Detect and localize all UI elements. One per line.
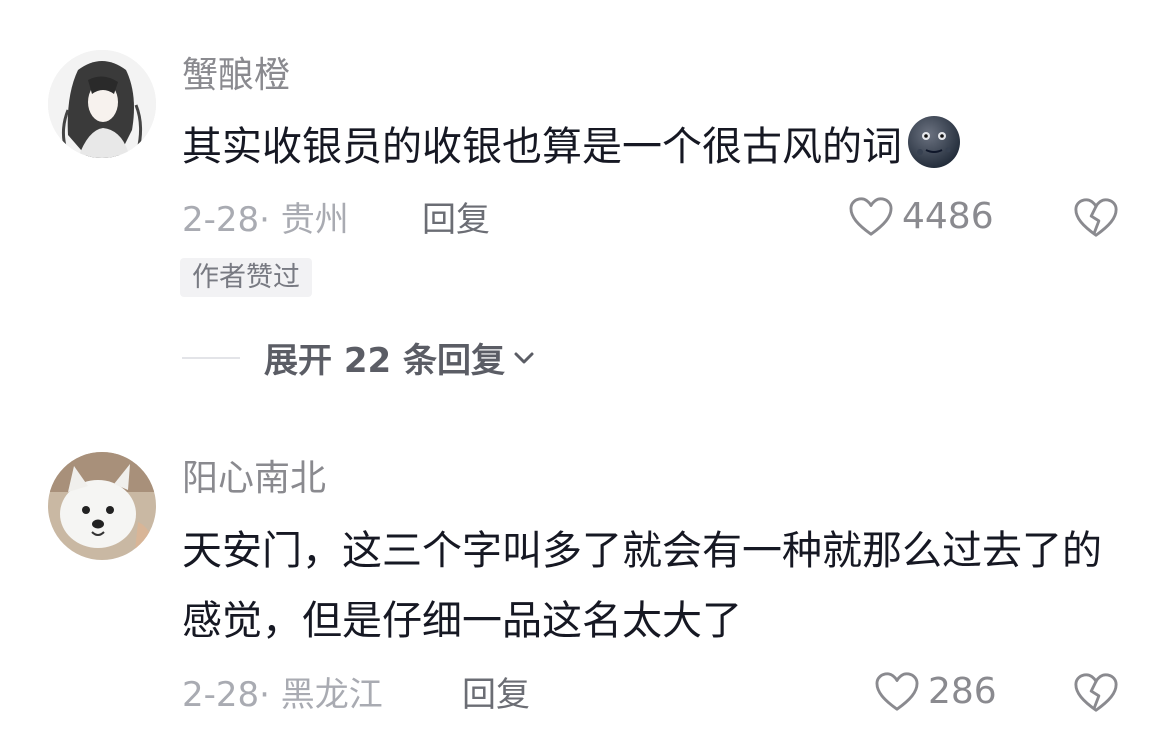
comment-location: · 黑龙江 <box>259 675 383 715</box>
expand-replies-button[interactable]: 展开 22 条回复 <box>182 333 537 382</box>
broken-heart-icon[interactable] <box>1073 671 1119 715</box>
comment-text: 其实收银员的收银也算是一个很古风的词 <box>182 112 1132 182</box>
comment-meta: 2-28· 贵州 <box>182 203 349 237</box>
comment-text: 天安门，这三个字叫多了就会有一种就那么过去了的感觉，但是仔细一品这名太大了 <box>182 528 1102 644</box>
author-liked-badge: 作者赞过 <box>180 258 312 297</box>
comment-meta: 2-28· 黑龙江 <box>182 678 383 712</box>
like-button[interactable]: 286 <box>874 671 997 713</box>
new-moon-face-emoji <box>908 116 960 168</box>
like-button[interactable]: 4486 <box>848 196 994 238</box>
dog-avatar-image <box>48 452 156 560</box>
like-count: 286 <box>928 671 997 712</box>
heart-icon <box>849 197 893 236</box>
comment-body: 其实收银员的收银也算是一个很古风的词 <box>182 124 902 170</box>
expand-replies-label: 展开 22 条回复 <box>264 341 505 381</box>
comment-location: · 贵州 <box>259 200 349 240</box>
comment-date: 2-28 <box>182 200 260 240</box>
reply-button[interactable]: 回复 <box>462 678 530 712</box>
username[interactable]: 阳心南北 <box>182 461 326 497</box>
comment-date: 2-28 <box>182 675 260 715</box>
username[interactable]: 蟹酿橙 <box>182 58 290 94</box>
reply-button[interactable]: 回复 <box>422 203 490 237</box>
avatar[interactable] <box>48 452 156 560</box>
avatar[interactable] <box>48 50 156 158</box>
anime-avatar-image <box>48 50 156 158</box>
like-count: 4486 <box>902 196 994 237</box>
broken-heart-icon[interactable] <box>1073 196 1119 240</box>
chevron-down-icon <box>514 352 534 363</box>
divider-line <box>182 356 240 359</box>
heart-icon <box>875 672 919 711</box>
